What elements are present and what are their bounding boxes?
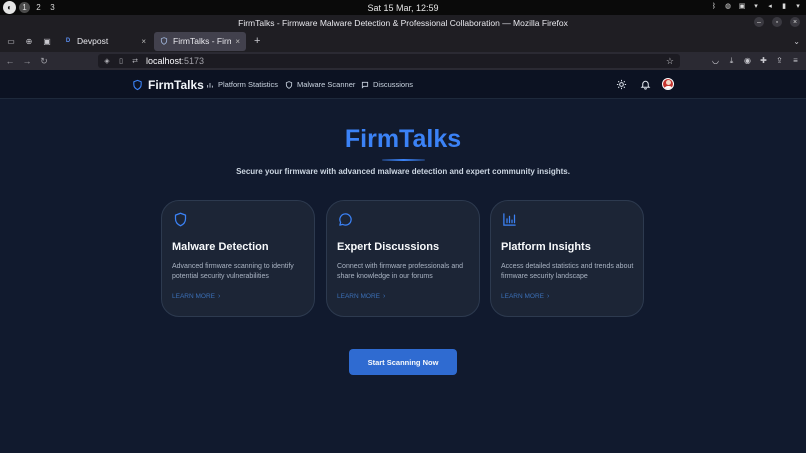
card-title: Expert Discussions xyxy=(337,241,440,253)
back-icon[interactable]: ← xyxy=(3,54,17,68)
workspace-3[interactable]: 3 xyxy=(47,2,58,13)
tab-title: FirmTalks - Firmwa xyxy=(173,36,232,46)
pocket-icon[interactable]: ◡ xyxy=(709,54,722,67)
close-window-icon[interactable]: × xyxy=(790,17,800,27)
learn-more-link[interactable]: LEARN MORE › xyxy=(172,293,220,300)
tab-firmtalks[interactable]: FirmTalks - Firmwa × xyxy=(154,31,246,51)
card-description: Access detailed statistics and trends ab… xyxy=(501,263,634,280)
page-content: FirmTalks Platform Statistics Malware Sc… xyxy=(0,70,806,453)
wifi-icon[interactable]: ▾ xyxy=(752,2,760,10)
nav-label: Malware Scanner xyxy=(297,80,356,89)
navigation-toolbar: ← → ↻ ◈ ▯ ⇄ localhost:5173 ☆ ◡ ⤓ ◉ ✚ ⇪ ≡ xyxy=(0,52,806,70)
learn-more-link[interactable]: LEARN MORE › xyxy=(337,293,385,300)
tab-devpost[interactable]: D Devpost × xyxy=(58,32,152,51)
bluetooth-icon[interactable]: ᛒ xyxy=(710,2,718,10)
system-tray: ᛒ ◍ ▣ ▾ ◂ ▮ ▾ xyxy=(710,2,802,11)
card-description: Connect with firmware professionals and … xyxy=(337,263,464,280)
url-text: localhost:5173 xyxy=(146,56,205,66)
forward-icon[interactable]: → xyxy=(20,54,34,68)
volume-icon[interactable]: ◂ xyxy=(766,2,774,10)
clock[interactable]: Sat 15 Mar, 12:59 xyxy=(0,3,806,13)
minimize-icon[interactable]: – xyxy=(754,17,764,27)
avatar-head xyxy=(666,80,671,85)
url-bar[interactable]: ◈ ▯ ⇄ localhost:5173 ☆ xyxy=(98,54,680,68)
chevron-right-icon: › xyxy=(382,293,386,300)
extensions-tab-icon[interactable]: ⊕ xyxy=(22,34,36,48)
app-header: FirmTalks Platform Statistics Malware Sc… xyxy=(0,70,806,99)
battery-icon[interactable]: ▮ xyxy=(780,2,788,10)
nav-label: Platform Statistics xyxy=(218,80,279,89)
feature-card-expert-discussions[interactable]: Expert Discussions Connect with firmware… xyxy=(326,200,480,317)
extensions-icon[interactable]: ✚ xyxy=(757,54,770,67)
downloads-icon[interactable]: ⤓ xyxy=(725,54,738,67)
tab-strip: ▭ ⊕ ▣ D Devpost × FirmTalks - Firmwa × +… xyxy=(0,30,806,52)
window-title: FirmTalks - Firmware Malware Detection &… xyxy=(238,17,568,28)
os-menu-icon[interactable]: ◐ xyxy=(3,1,16,14)
hero-title: FirmTalks xyxy=(344,125,462,153)
reload-icon[interactable]: ↻ xyxy=(37,54,51,68)
share-icon[interactable]: ⇪ xyxy=(773,54,786,67)
account-icon[interactable]: ◉ xyxy=(741,54,754,67)
firmtalks-favicon-icon xyxy=(160,37,168,45)
shield-icon xyxy=(174,212,187,227)
bell-icon[interactable] xyxy=(640,79,651,90)
chat-icon xyxy=(361,81,369,89)
tracking-protection-icon[interactable]: ◈ xyxy=(102,57,112,65)
learn-more-link[interactable]: LEARN MORE › xyxy=(501,293,549,300)
brand-logo[interactable]: FirmTalks xyxy=(132,78,204,92)
close-tab-icon[interactable]: × xyxy=(141,37,146,46)
learn-more-label: LEARN MORE xyxy=(501,293,544,300)
learn-more-label: LEARN MORE xyxy=(172,293,215,300)
notification-icon[interactable]: ▣ xyxy=(738,2,746,10)
nav-malware-scanner[interactable]: Malware Scanner xyxy=(285,80,355,89)
workspace-2[interactable]: 2 xyxy=(33,2,44,13)
bar-chart-icon xyxy=(503,213,516,226)
permissions-icon[interactable]: ⇄ xyxy=(130,57,140,65)
close-tab-icon[interactable]: × xyxy=(235,37,240,46)
feature-card-platform-insights[interactable]: Platform Insights Access detailed statis… xyxy=(490,200,644,317)
page-info-icon[interactable]: ▯ xyxy=(116,57,126,65)
window-title-bar: FirmTalks - Firmware Malware Detection &… xyxy=(0,15,806,30)
app-menu-icon[interactable]: ≡ xyxy=(789,54,802,67)
shield-icon xyxy=(285,80,293,89)
theme-toggle-sun-icon[interactable] xyxy=(616,79,627,90)
start-scanning-button[interactable]: Start Scanning Now xyxy=(349,349,457,375)
firefox-view-icon[interactable]: ▭ xyxy=(4,34,18,48)
learn-more-label: LEARN MORE xyxy=(337,293,380,300)
workspace-1[interactable]: 1 xyxy=(19,2,30,13)
avatar[interactable] xyxy=(662,78,674,90)
card-description: Advanced firmware scanning to identify p… xyxy=(172,263,294,280)
accessibility-icon[interactable]: ◍ xyxy=(724,2,732,10)
shield-icon xyxy=(133,79,142,91)
screenshot-icon[interactable]: ▣ xyxy=(40,34,54,48)
nav-label: Discussions xyxy=(373,80,414,89)
chevron-right-icon: › xyxy=(546,293,550,300)
power-icon[interactable]: ▾ xyxy=(794,2,802,10)
list-all-tabs-icon[interactable]: ⌄ xyxy=(793,37,800,46)
avatar-body xyxy=(664,86,673,89)
maximize-icon[interactable]: ▫ xyxy=(772,17,782,27)
new-tab-icon[interactable]: + xyxy=(254,35,260,47)
brand-name: FirmTalks xyxy=(148,78,204,92)
hero-divider xyxy=(382,159,425,161)
nav-discussions[interactable]: Discussions xyxy=(361,80,413,89)
tab-title: Devpost xyxy=(77,36,109,46)
hero-subtitle: Secure your firmware with advanced malwa… xyxy=(236,167,570,176)
bar-chart-icon xyxy=(207,82,213,88)
bookmark-star-icon[interactable]: ☆ xyxy=(666,56,674,67)
devpost-favicon-icon: D xyxy=(65,38,71,44)
chevron-right-icon: › xyxy=(217,293,221,300)
card-title: Malware Detection xyxy=(172,241,269,253)
card-title: Platform Insights xyxy=(501,241,591,253)
nav-platform-statistics[interactable]: Platform Statistics xyxy=(206,80,278,89)
chat-bubble-icon xyxy=(339,213,352,226)
feature-card-malware-detection[interactable]: Malware Detection Advanced firmware scan… xyxy=(161,200,315,317)
os-top-bar: ◐ 1 2 3 Sat 15 Mar, 12:59 ᛒ ◍ ▣ ▾ ◂ ▮ ▾ xyxy=(0,0,806,15)
